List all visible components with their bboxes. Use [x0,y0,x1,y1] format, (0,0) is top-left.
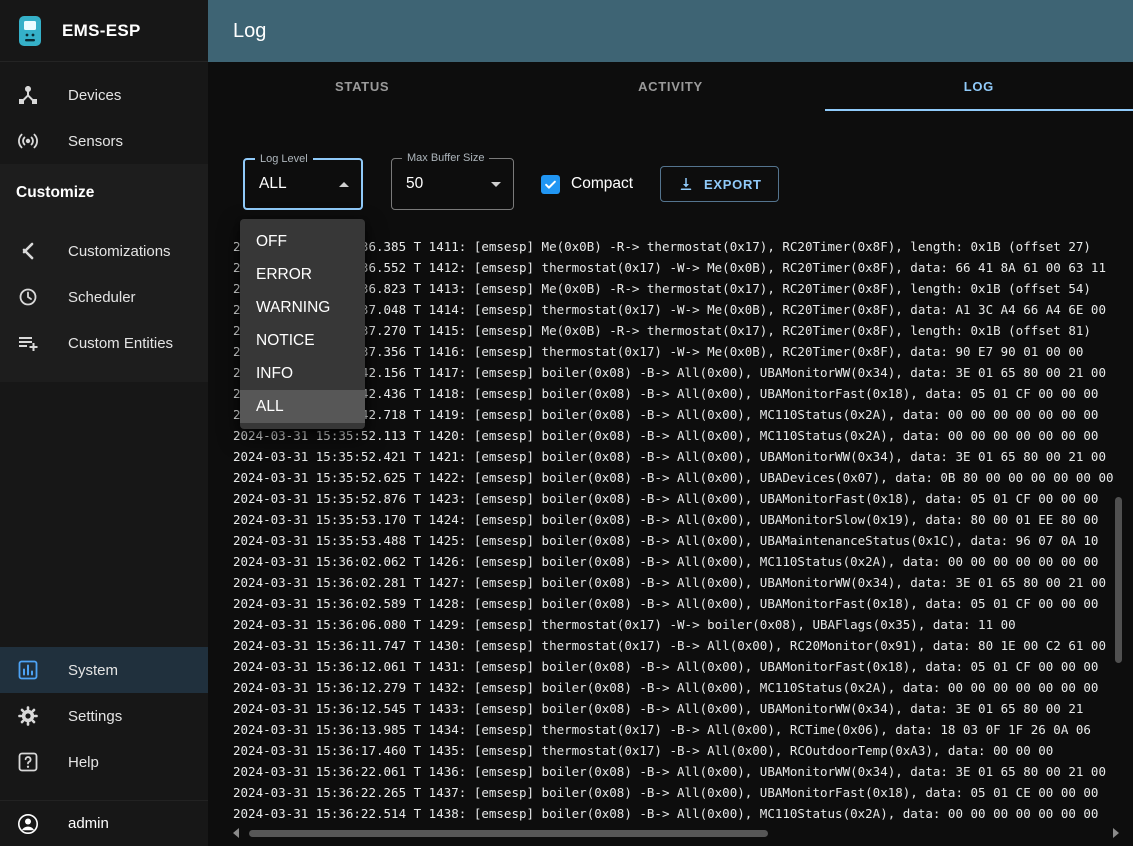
tab-bar: STATUS ACTIVITY LOG [208,62,1133,111]
log-line: 2024-03-31 15:36:22.514 T 1438: [emsesp]… [233,803,1133,824]
horizontal-scrollbar-track[interactable] [245,830,1107,837]
log-line: 2024-03-31 15:36:12.545 T 1433: [emsesp]… [233,698,1133,719]
gear-icon [16,704,40,728]
log-line: 2024-03-31 15:36:22.265 T 1437: [emsesp]… [233,782,1133,803]
log-line: 2024-03-31 15:35:52.113 T 1420: [emsesp]… [233,425,1133,446]
sidebar-nav: Devices Sensors Customize [0,72,208,382]
page-title: Log [233,20,266,43]
log-line: 2024-03-31 15:36:13.985 T 1434: [emsesp]… [233,719,1133,740]
log-line: 2024-03-31 15:36:11.747 T 1430: [emsesp]… [233,635,1133,656]
sidebar-item-label: Settings [68,708,122,725]
log-line: 2024-03-31 15:36:02.589 T 1428: [emsesp]… [233,593,1133,614]
sidebar-item-label: System [68,662,118,679]
horizontal-scrollbar [233,828,1119,838]
sidebar-item-label: Custom Entities [68,335,173,352]
log-level-menu: OFF ERROR WARNING NOTICE INFO ALL [240,219,365,429]
log-controls: Log Level ALL Max Buffer Size 50 Compact [243,158,1133,210]
sidebar-item-label: Devices [68,87,121,104]
max-buffer-size-value: 50 [406,175,423,193]
sidebar-item-help[interactable]: Help [0,739,208,785]
menu-item-notice[interactable]: NOTICE [240,324,365,357]
customize-section-header: Customize [0,164,208,228]
menu-item-error[interactable]: ERROR [240,258,365,291]
scroll-left-arrow-icon[interactable] [233,828,239,838]
log-level-label: Log Level [255,153,313,165]
log-line: 2024-03-31 15:35:36.552 T 1412: [emsesp]… [233,257,1133,278]
tab-log[interactable]: LOG [825,62,1133,111]
log-line: 2024-03-31 15:35:37.048 T 1414: [emsesp]… [233,299,1133,320]
app-title: EMS-ESP [62,21,141,41]
sidebar-item-label: Help [68,754,99,771]
log-line: 2024-03-31 15:36:06.080 T 1429: [emsesp]… [233,614,1133,635]
log-level-select[interactable]: Log Level ALL [243,158,363,210]
max-buffer-size-select[interactable]: Max Buffer Size 50 [391,158,514,210]
sidebar-item-label: Scheduler [68,289,136,306]
menu-item-warning[interactable]: WARNING [240,291,365,324]
log-line: 2024-03-31 15:36:12.061 T 1431: [emsesp]… [233,656,1133,677]
check-icon [543,177,558,192]
menu-item-all[interactable]: ALL [240,390,365,423]
export-button-label: EXPORT [704,177,762,192]
log-line: 2024-03-31 15:35:36.823 T 1413: [emsesp]… [233,278,1133,299]
menu-item-info[interactable]: INFO [240,357,365,390]
log-line: 2024-03-31 15:35:52.421 T 1421: [emsesp]… [233,446,1133,467]
compact-checkbox-wrap[interactable]: Compact [541,175,633,194]
max-buffer-size-label: Max Buffer Size [402,152,489,164]
account-circle-icon [16,812,40,836]
log-line: 2024-03-31 15:35:36.385 T 1411: [emsesp]… [233,236,1133,257]
sidebar-item-scheduler[interactable]: Scheduler [0,274,208,320]
tools-icon [16,239,40,263]
log-line: 2024-03-31 15:35:52.876 T 1423: [emsesp]… [233,488,1133,509]
menu-item-off[interactable]: OFF [240,225,365,258]
export-button[interactable]: EXPORT [660,166,779,202]
scroll-right-arrow-icon[interactable] [1113,828,1119,838]
sidebar-item-customizations[interactable]: Customizations [0,228,208,274]
signed-in-user[interactable]: admin [0,800,208,846]
log-line: 2024-03-31 15:35:37.356 T 1416: [emsesp]… [233,341,1133,362]
log-line: 2024-03-31 15:36:02.281 T 1427: [emsesp]… [233,572,1133,593]
log-level-value: ALL [259,175,287,193]
vertical-scrollbar-thumb[interactable] [1115,497,1122,663]
compact-label: Compact [571,175,633,193]
log-line: 2024-03-31 15:36:02.062 T 1426: [emsesp]… [233,551,1133,572]
sidebar-item-system[interactable]: System [0,647,208,693]
username: admin [68,815,109,832]
tab-activity[interactable]: ACTIVITY [516,62,824,111]
tab-status[interactable]: STATUS [208,62,516,111]
sidebar-item-sensors[interactable]: Sensors [0,118,208,164]
playlist-add-icon [16,331,40,355]
sidebar-header: EMS-ESP [0,0,208,62]
ems-esp-app: EMS-ESP Devices [0,0,1133,846]
log-line: 2024-03-31 15:35:37.270 T 1415: [emsesp]… [233,320,1133,341]
help-icon [16,750,40,774]
chevron-up-icon [339,182,349,187]
log-line: 2024-03-31 15:35:42.156 T 1417: [emsesp]… [233,362,1133,383]
appbar: Log [208,0,1133,62]
customize-section: Customize Customizations [0,164,208,382]
log-line: 2024-03-31 15:36:12.279 T 1432: [emsesp]… [233,677,1133,698]
sidebar-item-label: Customizations [68,243,171,260]
sidebar-item-settings[interactable]: Settings [0,693,208,739]
sidebar-bottom-group: System [0,647,208,785]
app-logo-icon [16,15,44,47]
sidebar-item-devices[interactable]: Devices [0,72,208,118]
sidebar-item-label: Sensors [68,133,123,150]
download-icon [677,175,695,193]
log-line: 2024-03-31 15:36:17.460 T 1435: [emsesp]… [233,740,1133,761]
sidebar: EMS-ESP Devices [0,0,208,846]
log-line: 2024-03-31 15:35:42.718 T 1419: [emsesp]… [233,404,1133,425]
sensors-icon [16,129,40,153]
clock-icon [16,285,40,309]
log-line: 2024-03-31 15:36:22.061 T 1436: [emsesp]… [233,761,1133,782]
chevron-down-icon [491,182,501,187]
bar-chart-icon [16,658,40,682]
devices-icon [16,83,40,107]
log-line: 2024-03-31 15:35:42.436 T 1418: [emsesp]… [233,383,1133,404]
sidebar-item-custom-entities[interactable]: Custom Entities [0,320,208,366]
horizontal-scrollbar-thumb[interactable] [249,830,768,837]
log-line: 2024-03-31 15:35:53.170 T 1424: [emsesp]… [233,509,1133,530]
log-line: 2024-03-31 15:35:52.625 T 1422: [emsesp]… [233,467,1133,488]
log-line: 2024-03-31 15:35:53.488 T 1425: [emsesp]… [233,530,1133,551]
compact-checkbox[interactable] [541,175,560,194]
